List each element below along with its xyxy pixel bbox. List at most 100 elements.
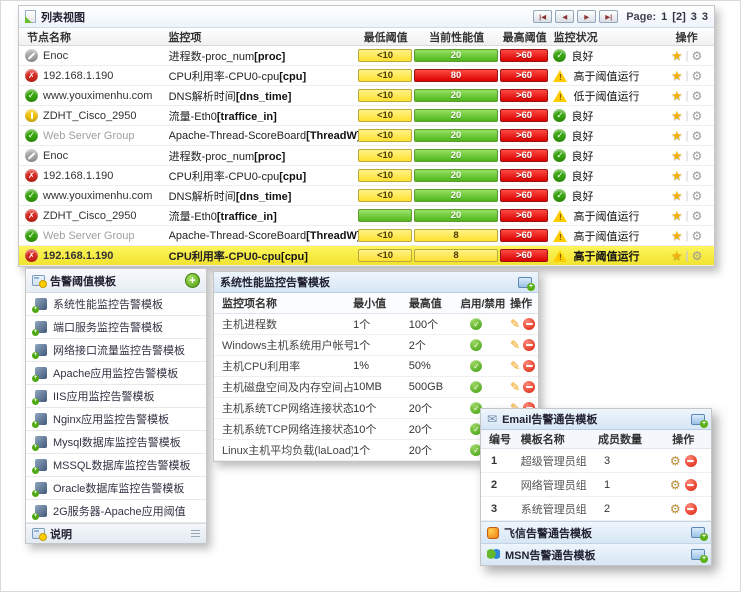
delete-minus-icon[interactable] [523,360,535,372]
delete-minus-icon[interactable] [685,479,697,491]
template-list-item[interactable]: MSSQL数据库监控告警模板 [26,454,206,477]
favorite-star-icon[interactable] [671,69,683,82]
favorite-star-icon[interactable] [671,49,683,62]
node-name: Web Server Group [43,230,135,242]
favorite-star-icon[interactable] [671,109,683,122]
monitor-add-icon[interactable] [691,414,705,425]
edit-pencil-icon[interactable] [510,339,520,351]
enabled-check-icon[interactable] [470,381,482,393]
monitor-item-text: DNS解析时间 [169,91,236,103]
favorite-star-icon[interactable] [671,169,683,182]
template-list-item[interactable]: Nginx应用监控告警模板 [26,408,206,431]
group-name: 超级管理员组 [521,453,598,469]
settings-gear-icon[interactable] [692,250,703,262]
template-row[interactable]: 主机进程数 1个 100个 [214,314,538,335]
fetion-notification-bar[interactable]: 飞信告警通告模板 [481,521,711,543]
next-page-button[interactable] [577,10,596,23]
configure-gear-icon[interactable] [670,455,681,467]
node-status-icon [25,189,38,202]
list-view-titlebar: 列表视图 Page: 1[2]33 [19,6,714,28]
monitor-add-icon[interactable] [691,549,705,560]
settings-gear-icon[interactable] [691,190,702,202]
table-row[interactable]: 192.168.1.190 CPU利用率-CPU0-cpu[cpu] <10 8… [19,66,714,86]
table-row[interactable]: Enoc 进程数-proc_num[proc] <10 20 >60 良好 [19,46,714,66]
favorite-star-icon[interactable] [671,149,683,162]
settings-gear-icon[interactable] [691,150,702,162]
template-list-item[interactable]: IIS应用监控告警模板 [26,385,206,408]
settings-gear-icon[interactable] [691,210,702,222]
table-body: Enoc 进程数-proc_num[proc] <10 20 >60 良好 [19,46,714,266]
table-row[interactable]: Enoc 进程数-proc_num[proc] <10 20 >60 良好 [19,146,714,166]
description-footer[interactable]: 说明 [26,523,206,543]
add-template-button[interactable] [185,273,200,288]
template-list-item[interactable]: 2G服务器-Apache应用阈值 [26,500,206,523]
email-group-row[interactable]: 1 超级管理员组 3 [481,449,711,473]
table-row[interactable]: www.youximenhu.com DNS解析时间[dns_time] <10… [19,86,714,106]
template-list-item[interactable]: Apache应用监控告警模板 [26,362,206,385]
settings-gear-icon[interactable] [691,130,702,142]
monitor-add-icon[interactable] [691,527,705,538]
delete-minus-icon[interactable] [685,455,697,467]
template-item-label: Nginx应用监控告警模板 [53,411,169,427]
settings-gear-icon[interactable] [691,70,702,82]
favorite-star-icon[interactable] [671,189,683,202]
ops-cell [659,209,714,222]
max-threshold-box: >60 [500,49,548,62]
delete-minus-icon[interactable] [685,503,697,515]
template-list-item[interactable]: 端口服务监控告警模板 [26,316,206,339]
status-text: 良好 [571,148,593,164]
table-row[interactable]: 192.168.1.190 CPU利用率-CPU0-cpu[cpu] <10 8… [19,246,714,266]
page-number[interactable]: [2] [672,11,685,23]
settings-gear-icon[interactable] [691,90,702,102]
email-group-row[interactable]: 3 系统管理员组 2 [481,497,711,521]
table-row[interactable]: ZDHT_Cisco_2950 流量-Eth0[traffice_in] <10… [19,106,714,126]
template-row[interactable]: Windows主机系统用户帐号总数 1个 2个 [214,335,538,356]
monitor-item-cell: Apache-Thread-ScoreBoard[ThreadW] [169,130,358,142]
msn-notification-bar[interactable]: MSN告警通告模板 [481,543,711,565]
email-group-row[interactable]: 2 网络管理员组 1 [481,473,711,497]
threshold-cell: <10 20 >60 [358,129,549,142]
template-table-header: 监控项名称 最小值 最高值 启用/禁用 操作 [214,293,538,314]
page-number[interactable]: 3 [691,11,697,23]
monitor-add-icon[interactable] [518,277,532,288]
delete-minus-icon[interactable] [523,318,535,330]
page-number[interactable]: 1 [661,11,667,23]
edit-pencil-icon[interactable] [510,318,520,330]
enabled-check-icon[interactable] [470,339,482,351]
enabled-check-icon[interactable] [470,360,482,372]
settings-gear-icon[interactable] [691,230,702,242]
settings-gear-icon[interactable] [691,170,702,182]
favorite-star-icon[interactable] [671,129,683,142]
favorite-star-icon[interactable] [671,209,683,222]
table-row[interactable]: www.youximenhu.com DNS解析时间[dns_time] <10… [19,186,714,206]
template-row[interactable]: 主机磁盘空间及内存空间占用 10MB 500GB [214,377,538,398]
current-value-bar: 20 [414,129,498,142]
delete-minus-icon[interactable] [523,381,535,393]
template-list-item[interactable]: Mysql数据库监控告警模板 [26,431,206,454]
edit-pencil-icon[interactable] [510,381,520,393]
first-page-button[interactable] [533,10,552,23]
template-row[interactable]: 主机CPU利用率 1% 50% [214,356,538,377]
template-list-item[interactable]: 网络接口流量监控告警模板 [26,339,206,362]
table-row[interactable]: Web Server Group Apache-Thread-ScoreBoar… [19,226,714,246]
node-cell: Enoc [19,149,169,162]
collapse-lines-icon[interactable] [191,530,200,537]
favorite-star-icon[interactable] [671,229,683,242]
settings-gear-icon[interactable] [691,50,702,62]
table-row[interactable]: 192.168.1.190 CPU利用率-CPU0-cpu[cpu] <10 2… [19,166,714,186]
table-row[interactable]: ZDHT_Cisco_2950 流量-Eth0[traffice_in] 20 … [19,206,714,226]
prev-page-button[interactable] [555,10,574,23]
template-list-item[interactable]: Oracle数据库监控告警模板 [26,477,206,500]
configure-gear-icon[interactable] [670,503,681,515]
favorite-star-icon[interactable] [671,249,683,262]
configure-gear-icon[interactable] [670,479,681,491]
enabled-check-icon[interactable] [470,318,482,330]
table-row[interactable]: Web Server Group Apache-Thread-ScoreBoar… [19,126,714,146]
template-list-item[interactable]: 系统性能监控告警模板 [26,293,206,316]
delete-minus-icon[interactable] [523,339,535,351]
last-page-button[interactable] [599,10,618,23]
page-number[interactable]: 3 [702,11,708,23]
favorite-star-icon[interactable] [671,89,683,102]
edit-pencil-icon[interactable] [510,360,520,372]
settings-gear-icon[interactable] [691,110,702,122]
